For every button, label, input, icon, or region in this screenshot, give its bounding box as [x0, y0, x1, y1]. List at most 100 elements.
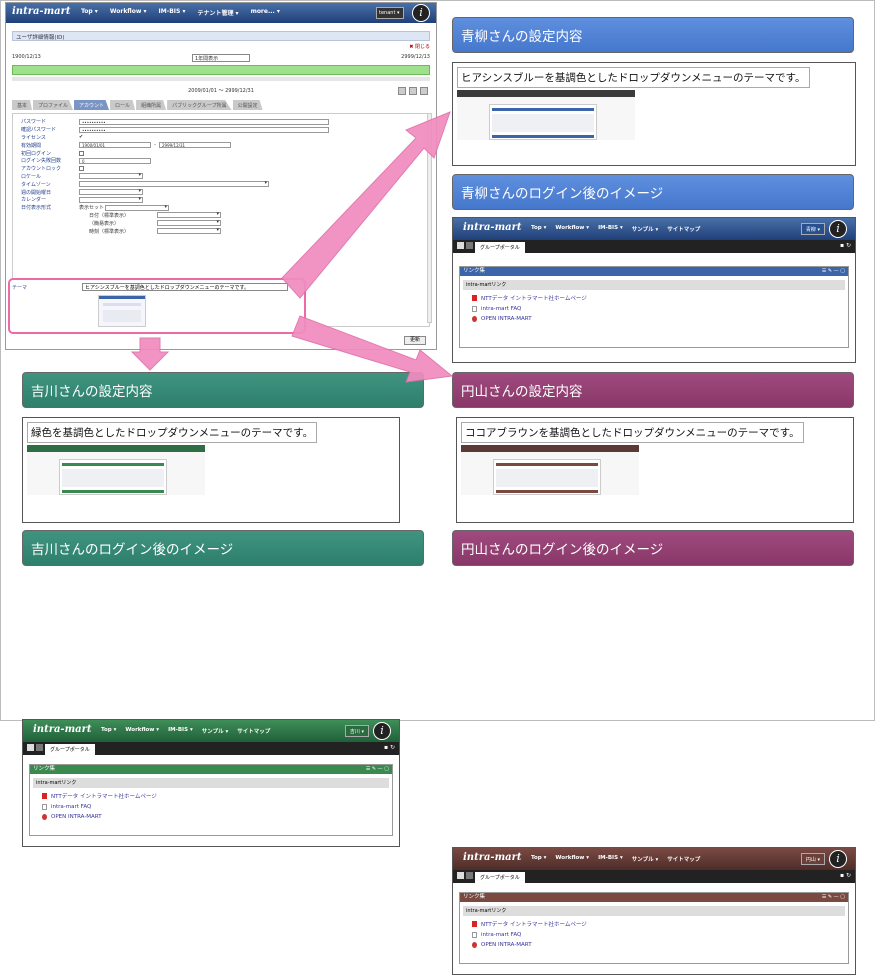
portal-box-sub: intra-martリンク [463, 280, 845, 290]
portal-nav-imbis[interactable]: IM-BIS ▾ [168, 727, 193, 735]
save-button[interactable]: 更新 [404, 336, 426, 345]
maruyama-portal-preview: intra-mart Top ▾ Workflow ▾ IM-BIS ▾ サンプ… [452, 847, 856, 975]
app-nav: Top ▾ Workflow ▾ IM-BIS ▾ テナント管理 ▾ more.… [81, 8, 280, 17]
theme-label: テーマ [12, 285, 28, 291]
portal-link[interactable]: OPEN INTRA-MART [481, 942, 532, 948]
brand-icon: i [829, 220, 847, 238]
tab-public-group[interactable]: パブリックグループ所属 [167, 100, 232, 110]
field-label: アカウントロック [21, 166, 62, 173]
password-input[interactable]: •••••••••• [79, 118, 329, 125]
detail-tabs: 基本 プロファイル アカウント ロール 組織所属 パブリックグループ所属 公開設… [12, 100, 430, 110]
portal-link[interactable]: intra-mart FAQ [481, 306, 521, 312]
portal-nav-sitemap[interactable]: サイトマップ [237, 727, 270, 735]
portal-tab[interactable]: グループポータル [475, 872, 525, 883]
calendar-icon[interactable] [409, 87, 417, 95]
tab-department[interactable]: 組織所属 [136, 100, 167, 110]
yoshikawa-theme-desc: 緑色を基調色としたドロップダウンメニューのテーマです。 [27, 422, 318, 443]
trash-icon[interactable] [420, 87, 428, 95]
refresh-icon[interactable]: ▪ ↻ [840, 242, 851, 249]
grid-icon[interactable] [398, 87, 406, 95]
aoyagi-theme-preview [457, 90, 635, 140]
tab-profile[interactable]: プロファイル [33, 100, 74, 110]
portal-box-title: リンク集 [33, 766, 56, 772]
portal-nav-sample[interactable]: サンプル ▾ [632, 855, 659, 863]
field-label: 初回ログイン [21, 150, 52, 157]
portal-link[interactable]: OPEN INTRA-MART [51, 814, 102, 820]
date-standard-select[interactable] [157, 211, 221, 219]
portal-nav-top[interactable]: Top ▾ [101, 727, 116, 735]
portal-user-button[interactable]: 青柳 ▾ [800, 223, 825, 235]
maruyama-settings-header: 円山さんの設定内容 [452, 372, 854, 408]
portal-nav-workflow[interactable]: Workflow ▾ [555, 855, 589, 863]
login-failures-input[interactable]: 0 [79, 157, 151, 164]
maruyama-theme-preview [461, 445, 639, 495]
valid-to-input[interactable]: 2999/12/31 [159, 142, 231, 149]
portal-link[interactable]: intra-mart FAQ [481, 932, 521, 938]
portal-user-button[interactable]: 吉川 ▾ [344, 725, 369, 737]
brand-icon: i [412, 4, 430, 22]
aoyagi-portal-preview: intra-mart Top ▾ Workflow ▾ IM-BIS ▾ サンプ… [452, 217, 856, 363]
calendar-select[interactable] [79, 196, 143, 203]
portal-nav-workflow[interactable]: Workflow ▾ [125, 727, 159, 735]
first-login-checkbox[interactable] [79, 150, 84, 156]
yoshikawa-settings-card: 緑色を基調色としたドロップダウンメニューのテーマです。 [22, 417, 400, 523]
period-select[interactable]: 1年間表示 [192, 54, 250, 62]
maruyama-theme-desc: ココアブラウンを基調色としたドロップダウンメニューのテーマです。 [461, 422, 804, 443]
portal-logo: intra-mart [463, 852, 522, 863]
password-confirm-input[interactable]: •••••••••• [79, 126, 329, 133]
date-simple-select[interactable] [157, 219, 221, 227]
valid-from-input[interactable]: 1900/01/01 [79, 142, 151, 149]
portal-nav-imbis[interactable]: IM-BIS ▾ [598, 225, 623, 233]
portal-link[interactable]: NTTデータ イントラマート社ホームページ [51, 792, 157, 800]
portal-nav-top[interactable]: Top ▾ [531, 225, 546, 233]
tab-account[interactable]: アカウント [74, 100, 110, 110]
portal-link[interactable]: NTTデータ イントラマート社ホームページ [481, 294, 587, 302]
check-icon[interactable]: ✔ [79, 134, 83, 140]
nav-item-top[interactable]: Top ▾ [81, 8, 98, 17]
portal-nav-workflow[interactable]: Workflow ▾ [555, 225, 589, 233]
timezone-select[interactable] [79, 180, 269, 188]
portal-link[interactable]: OPEN INTRA-MART [481, 316, 532, 322]
box-controls-icon[interactable]: ☰ ✎ — ▢ [822, 267, 845, 276]
tab-publish[interactable]: 公開設定 [232, 100, 263, 110]
portal-nav-sample[interactable]: サンプル ▾ [202, 727, 229, 735]
portal-nav-sample[interactable]: サンプル ▾ [632, 225, 659, 233]
nav-item-more[interactable]: more... ▾ [251, 8, 280, 17]
page-title: ユーザ詳細情報(ID) [12, 31, 430, 41]
nav-item-workflow[interactable]: Workflow ▾ [110, 8, 147, 17]
portal-nav-imbis[interactable]: IM-BIS ▾ [598, 855, 623, 863]
portal-nav-sitemap[interactable]: サイトマップ [667, 855, 700, 863]
refresh-icon[interactable]: ▪ ↻ [384, 744, 395, 751]
portal-tab[interactable]: グループポータル [45, 744, 95, 755]
portal-tab[interactable]: グループポータル [475, 242, 525, 253]
portal-nav-sitemap[interactable]: サイトマップ [667, 225, 700, 233]
account-lock-checkbox[interactable] [79, 166, 84, 172]
portal-link[interactable]: intra-mart FAQ [51, 804, 91, 810]
box-controls-icon[interactable]: ☰ ✎ — ▢ [822, 893, 845, 902]
period-slider[interactable] [12, 65, 430, 75]
aoyagi-theme-desc: ヒアシンスブルーを基調色としたドロップダウンメニューのテーマです。 [457, 67, 810, 88]
form-scrollbar[interactable] [427, 113, 432, 323]
portal-user-button[interactable]: 円山 ▾ [800, 853, 825, 865]
nav-item-imbis[interactable]: IM-BIS ▾ [159, 8, 186, 17]
box-controls-icon[interactable]: ☰ ✎ — ▢ [366, 765, 389, 774]
date-left: 1900/12/13 [12, 54, 41, 60]
close-link[interactable]: ✖ 閉じる [12, 43, 430, 50]
theme-select[interactable]: ヒアシンスブルーを基調色としたドロップダウンメニューのテーマです。 [82, 283, 288, 291]
week-start-select[interactable] [79, 188, 143, 196]
user-menu-button[interactable]: tenant ▾ [376, 7, 404, 19]
display-set-select[interactable] [105, 204, 169, 211]
tab-basic[interactable]: 基本 [12, 100, 33, 110]
time-standard-select[interactable] [157, 227, 221, 235]
portal-link[interactable]: NTTデータ イントラマート社ホームページ [481, 920, 587, 928]
portal-logo: intra-mart [463, 222, 522, 233]
portal-nav-top[interactable]: Top ▾ [531, 855, 546, 863]
refresh-icon[interactable]: ▪ ↻ [840, 872, 851, 879]
portal-box-title: リンク集 [463, 894, 486, 900]
aoyagi-settings-header: 青柳さんの設定内容 [452, 17, 854, 53]
brand-icon: i [373, 722, 391, 740]
locale-select[interactable] [79, 172, 143, 180]
tab-role[interactable]: ロール [110, 100, 136, 110]
time-standard-label: 時刻（標準表示） [89, 228, 130, 235]
nav-item-tenant[interactable]: テナント管理 ▾ [197, 8, 238, 17]
